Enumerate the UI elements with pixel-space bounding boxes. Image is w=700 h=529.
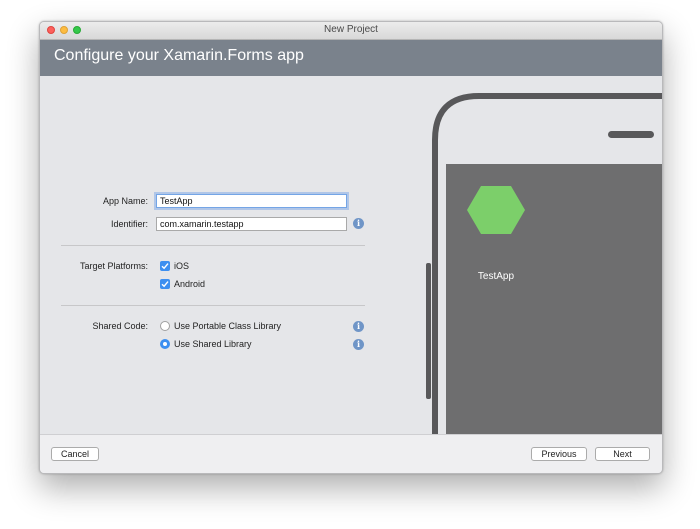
identifier-label: Identifier:	[110, 219, 148, 229]
phone-speaker	[608, 131, 654, 138]
shared-library-info-icon[interactable]: i	[353, 339, 364, 350]
title-bar: New Project	[40, 22, 662, 40]
checkmark-icon	[161, 263, 169, 270]
portable-class-library-radio[interactable]	[160, 321, 170, 331]
shared-library-label: Use Shared Library	[174, 339, 252, 349]
identifier-input[interactable]	[156, 217, 347, 231]
app-name-input[interactable]	[156, 194, 347, 208]
android-label: Android	[174, 279, 206, 289]
app-preview-label: TestApp	[477, 271, 515, 282]
identifier-info-icon[interactable]: i	[353, 218, 364, 229]
main-content: App Name: Identifier: i Target Platforms…	[40, 76, 662, 434]
next-button[interactable]: Next	[595, 447, 650, 461]
separator-2	[61, 305, 365, 306]
app-name-label: App Name:	[102, 196, 148, 206]
portable-class-library-info-icon[interactable]: i	[353, 321, 364, 332]
shared-library-radio[interactable]	[160, 339, 170, 349]
previous-button[interactable]: Previous	[531, 447, 587, 461]
phone-preview	[426, 93, 662, 434]
footer-bar: Cancel Previous Next	[40, 434, 662, 473]
new-project-window: New Project Configure your Xamarin.Forms…	[39, 21, 663, 474]
ios-checkbox[interactable]	[160, 261, 170, 271]
android-checkbox[interactable]	[160, 279, 170, 289]
window-title: New Project	[324, 24, 378, 35]
cancel-button[interactable]: Cancel	[51, 447, 99, 461]
portable-class-library-label: Use Portable Class Library	[174, 321, 282, 331]
ios-label: iOS	[174, 261, 190, 271]
page-title: Configure your Xamarin.Forms app	[54, 47, 304, 64]
target-platforms-label: Target Platforms:	[79, 261, 148, 271]
shared-code-label: Shared Code:	[92, 321, 148, 331]
separator-1	[61, 245, 365, 246]
page-header: Configure your Xamarin.Forms app	[40, 40, 662, 76]
phone-side-button	[426, 263, 431, 399]
checkmark-icon	[161, 281, 169, 288]
